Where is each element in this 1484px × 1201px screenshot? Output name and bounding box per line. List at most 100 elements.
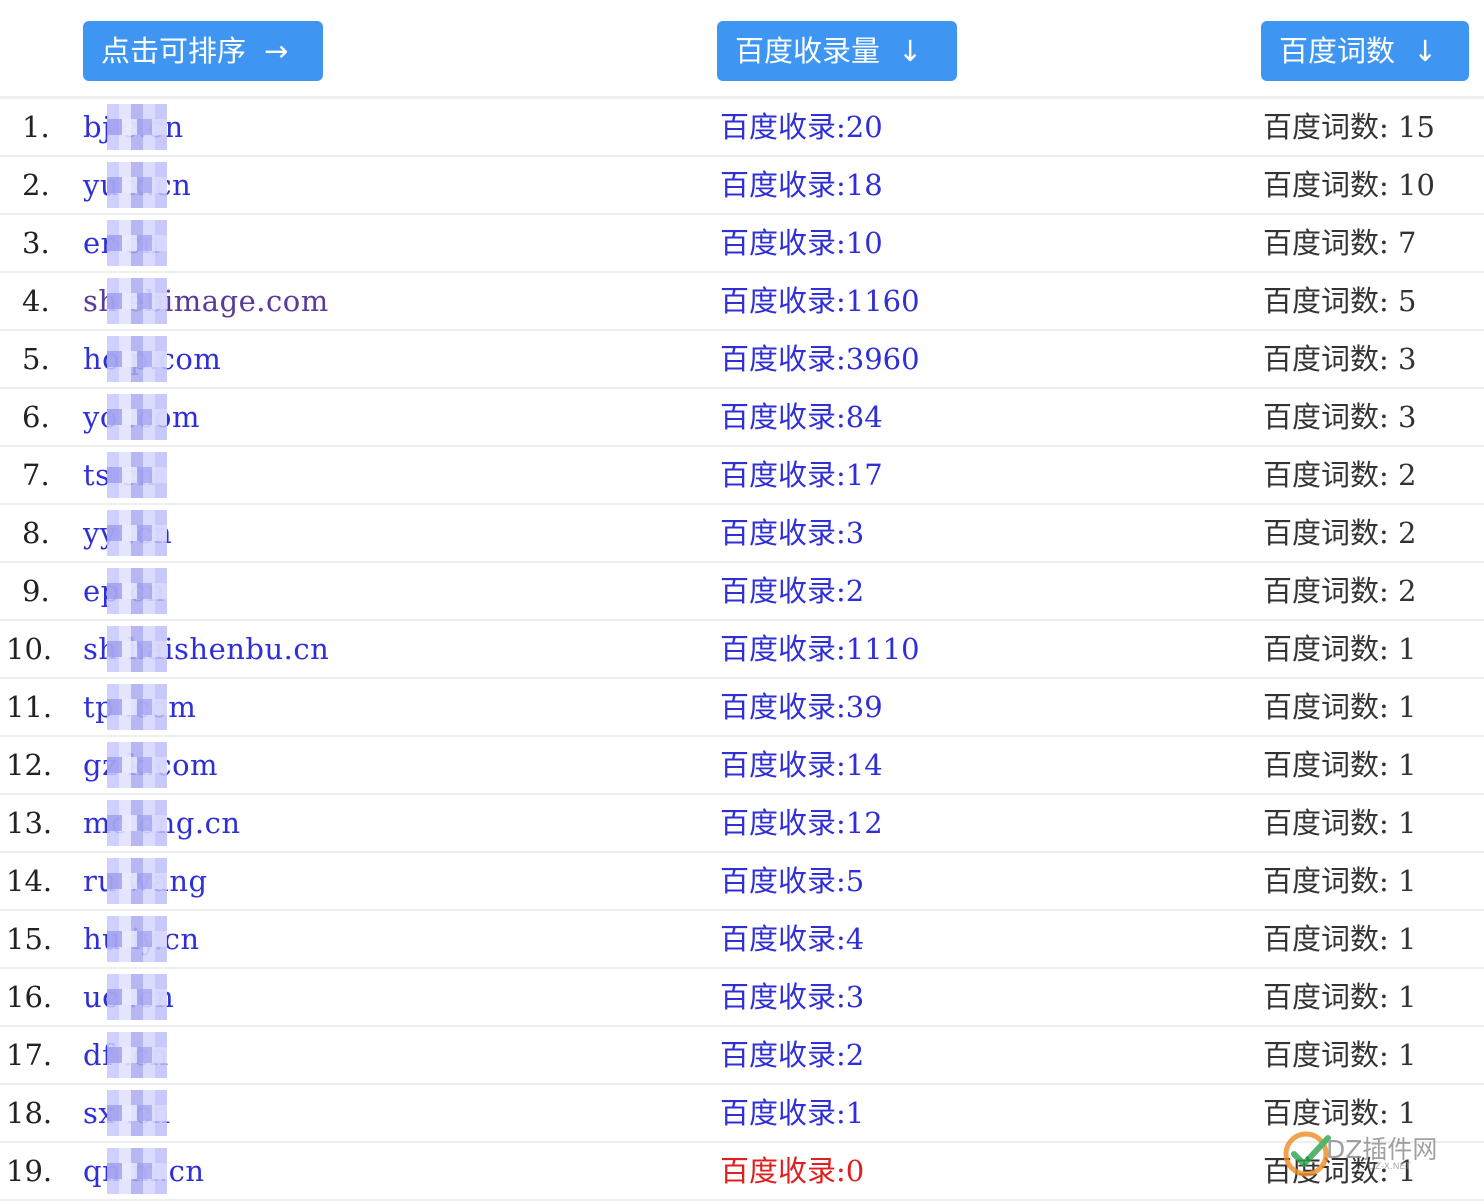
table-row: 12. gz k.com 百度收录:14 百度词数: 1 [0,737,1484,795]
row-number: 8. [22,516,50,550]
site-list: 1.bj c.cn百度收录:20百度词数: 152.yu x.cn百度收录:18… [0,99,1484,1201]
baidu-index-count: 百度收录:3 [720,980,865,1014]
table-row: 4. sh ebimage.com 百度收录:1160 百度词数: 5 [0,273,1484,331]
baidu-word-count: 百度词数: 3 [1263,400,1417,434]
table-row: 10. sh haishenbu.cn 百度收录:1110 百度词数: 1 [0,621,1484,679]
pixelated-redaction [107,220,167,266]
table-row: 2.yu x.cn百度收录:18百度词数: 10 [0,157,1484,215]
row-number: 7. [22,458,50,492]
arrow-right-icon: → [264,34,289,68]
pixelated-redaction [107,568,167,614]
row-number: 16. [6,980,53,1014]
baidu-word-count: 百度词数: 1 [1263,806,1417,840]
pixelated-redaction [107,916,167,962]
pixelated-redaction [107,742,167,788]
baidu-index-count: 百度收录:17 [720,458,883,492]
row-number: 6. [22,400,50,434]
baidu-word-count: 百度词数: 5 [1263,284,1417,318]
table-row: 19. qn m.cn 百度收录:0 百度词数: 1 [0,1143,1484,1201]
pixelated-redaction [107,394,167,440]
table-row: 8.yy .cn百度收录:3百度词数: 2 [0,505,1484,563]
pixelated-redaction [107,684,167,730]
baidu-index-count: 百度收录:1160 [720,284,920,318]
row-number: 15. [6,922,53,956]
row-number: 18. [6,1096,53,1130]
baidu-index-count: 百度收录:10 [720,226,883,260]
pixelated-redaction [107,162,167,208]
pixelated-redaction [107,974,167,1020]
baidu-index-count: 百度收录:39 [720,690,883,724]
pixelated-redaction [107,858,167,904]
table-row: 14.ru wang百度收录:5百度词数: 1 [0,853,1484,911]
baidu-index-count: 百度收录:3 [720,516,865,550]
baidu-index-count: 百度收录:5 [720,864,865,898]
baidu-word-count: 百度词数: 1 [1263,1038,1417,1072]
sort-by-index-label: 百度收录量 [735,34,881,68]
sort-by-words-label: 百度词数 [1279,34,1396,68]
sort-by-index-button[interactable]: 百度收录量 ↓ [717,21,957,81]
baidu-word-count: 百度词数: 3 [1263,342,1417,376]
pixelated-redaction [107,1090,167,1136]
sort-button-label: 点击可排序 [101,34,247,68]
watermark-text: DZ插件网 [1326,1135,1438,1164]
row-number: 1. [22,110,50,144]
watermark-subtext: DZ-X.NET [1368,1162,1411,1172]
baidu-index-count: 百度收录:14 [720,748,883,782]
baidu-index-count: 百度收录:20 [720,110,883,144]
baidu-word-count: 百度词数: 1 [1263,632,1417,666]
baidu-index-count: 百度收录:2 [720,574,865,608]
table-row: 11.tp .com百度收录:39百度词数: 1 [0,679,1484,737]
baidu-word-count: 百度词数: 1 [1263,980,1417,1014]
row-number: 12. [6,748,53,782]
baidu-index-count: 百度收录:2 [720,1038,865,1072]
pixelated-redaction [107,336,167,382]
table-row: 13. mo ong.cn 百度收录:12 百度词数: 1 [0,795,1484,853]
baidu-index-count: 百度收录:3960 [720,342,920,376]
sort-by-words-button[interactable]: 百度词数 ↓ [1261,21,1469,81]
table-row: 16.uc .cn百度收录:3百度词数: 1 [0,969,1484,1027]
table-row: 5. ho p.com 百度收录:3960 百度词数: 3 [0,331,1484,389]
table-row: 3.er cn百度收录:10百度词数: 7 [0,215,1484,273]
pixelated-redaction [107,452,167,498]
table-row: 9.ep cn百度收录:2百度词数: 2 [0,563,1484,621]
row-number: 3. [22,226,50,260]
baidu-index-count: 百度收录:12 [720,806,883,840]
baidu-word-count: 百度词数: 2 [1263,516,1417,550]
watermark-logo: DZ插件网 DZ-X.NET [1282,1126,1482,1186]
baidu-word-count: 百度词数: 1 [1263,690,1417,724]
baidu-index-count: 百度收录:84 [720,400,883,434]
row-number: 19. [6,1154,53,1188]
row-number: 17. [6,1038,53,1072]
row-number: 9. [22,574,50,608]
baidu-index-count: 百度收录:0 [720,1154,865,1188]
pixelated-redaction [107,1148,167,1194]
row-number: 10. [6,632,53,666]
table-row: 1.bj c.cn百度收录:20百度词数: 15 [0,99,1484,157]
sort-toolbar: 点击可排序 → 百度收录量 ↓ 百度词数 ↓ [0,0,1484,99]
arrow-down-icon: ↓ [898,34,923,68]
pixelated-redaction [107,626,167,672]
table-row: 15.hu iy.cn百度收录:4百度词数: 1 [0,911,1484,969]
pixelated-redaction [107,800,167,846]
row-number: 5. [22,342,50,376]
row-number: 2. [22,168,50,202]
baidu-word-count: 百度词数: 2 [1263,458,1417,492]
baidu-index-count: 百度收录:1110 [720,632,920,666]
row-number: 11. [6,690,53,724]
pixelated-redaction [107,510,167,556]
row-number: 4. [22,284,50,318]
baidu-index-count: 百度收录:1 [720,1096,865,1130]
baidu-word-count: 百度词数: 10 [1263,168,1435,202]
baidu-word-count: 百度词数: 15 [1263,110,1435,144]
pixelated-redaction [107,1032,167,1078]
baidu-word-count: 百度词数: 1 [1263,748,1417,782]
sort-button[interactable]: 点击可排序 → [83,21,323,81]
table-row: 17.df .cn百度收录:2百度词数: 1 [0,1027,1484,1085]
arrow-down-icon: ↓ [1413,34,1438,68]
baidu-word-count: 百度词数: 1 [1263,864,1417,898]
table-row: 18.sx .cn百度收录:1百度词数: 1 [0,1085,1484,1143]
baidu-index-count: 百度收录:4 [720,922,865,956]
table-row: 7.ts cn百度收录:17百度词数: 2 [0,447,1484,505]
baidu-word-count: 百度词数: 1 [1263,922,1417,956]
baidu-word-count: 百度词数: 7 [1263,226,1417,260]
